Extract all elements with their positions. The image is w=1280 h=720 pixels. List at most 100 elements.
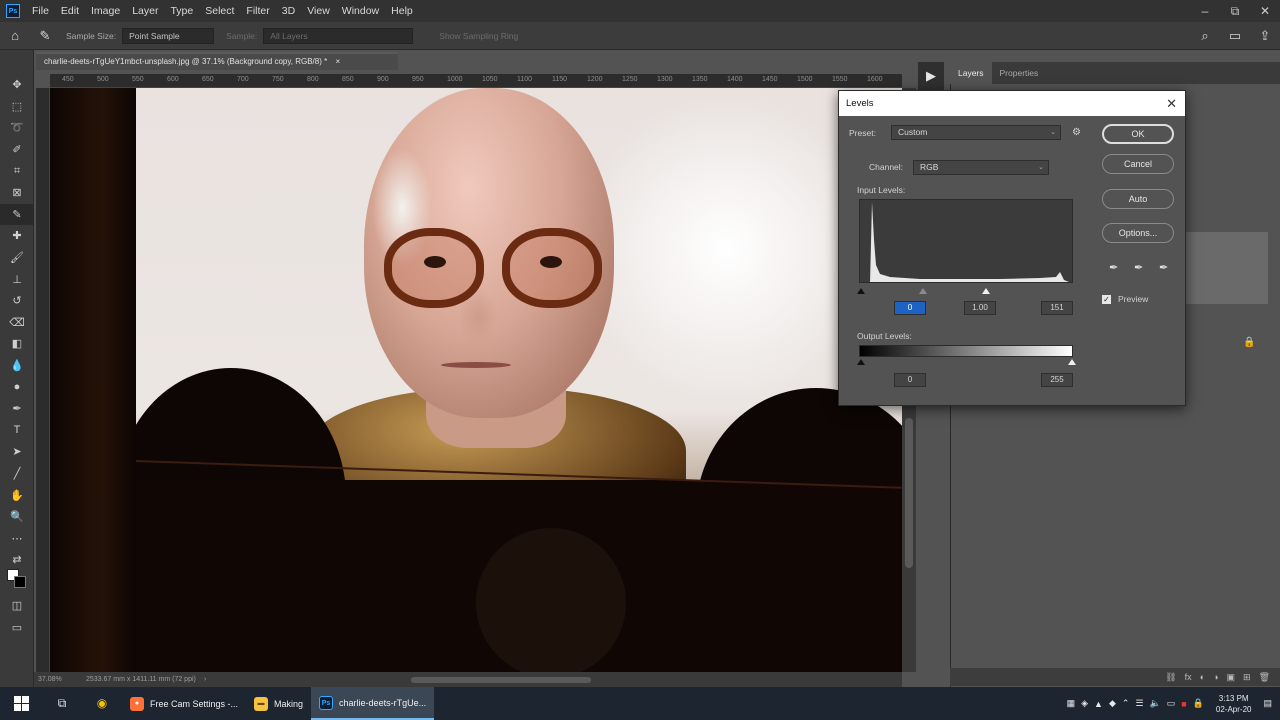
eyedropper-tool-icon[interactable]: ✎ bbox=[0, 203, 34, 226]
system-clock[interactable]: 3:13 PM 02-Apr-20 bbox=[1216, 693, 1252, 715]
layer-style-icon[interactable]: fx bbox=[1185, 672, 1192, 682]
notifications-icon[interactable]: ▤ bbox=[1263, 698, 1272, 709]
screen-mode-icon[interactable]: ▭ bbox=[0, 616, 34, 638]
output-white-slider[interactable] bbox=[1068, 359, 1076, 365]
hand-tool-icon[interactable]: ✋ bbox=[0, 484, 34, 506]
sample-select[interactable]: All Layers bbox=[263, 27, 414, 44]
new-layer-icon[interactable]: ⊞ bbox=[1243, 672, 1251, 683]
menu-select[interactable]: Select bbox=[199, 5, 240, 17]
menu-filter[interactable]: Filter bbox=[240, 5, 275, 17]
cancel-button[interactable]: Cancel bbox=[1102, 154, 1174, 174]
menu-type[interactable]: Type bbox=[164, 5, 199, 17]
menu-help[interactable]: Help bbox=[385, 5, 419, 17]
minimize-button[interactable]: – bbox=[1190, 0, 1220, 22]
group-icon[interactable]: ▣ bbox=[1227, 672, 1236, 683]
line-tool-icon[interactable]: ╱ bbox=[0, 463, 34, 485]
levels-title[interactable]: Levels bbox=[839, 91, 1185, 116]
search-icon[interactable]: ⌕ bbox=[1190, 28, 1220, 44]
document-tab[interactable]: charlie-deets-rTgUeY1mbct-unsplash.jpg @… bbox=[36, 52, 398, 70]
blur-tool-icon[interactable]: 💧 bbox=[0, 355, 34, 377]
document-tab-close-icon[interactable]: × bbox=[335, 57, 340, 66]
input-white-field[interactable]: 151 bbox=[1041, 301, 1073, 315]
type-tool-icon[interactable]: T bbox=[0, 420, 34, 442]
menu-3d[interactable]: 3D bbox=[276, 5, 301, 17]
horizontal-scroll-thumb[interactable] bbox=[411, 676, 592, 683]
preview-label[interactable]: Preview bbox=[1118, 294, 1148, 304]
delete-layer-icon[interactable]: 🗑 bbox=[1259, 672, 1270, 683]
preset-select[interactable]: Custom ⌄ bbox=[891, 125, 1061, 140]
volume-icon[interactable]: 🔈 bbox=[1150, 698, 1161, 709]
menu-image[interactable]: Image bbox=[85, 5, 126, 17]
auto-button[interactable]: Auto bbox=[1102, 189, 1174, 209]
status-arrow-icon[interactable]: › bbox=[204, 676, 206, 683]
pen-tool-icon[interactable]: ✒ bbox=[0, 398, 34, 420]
quick-select-tool-icon[interactable]: ✐ bbox=[0, 139, 34, 161]
battery-icon[interactable]: ▭ bbox=[1167, 698, 1176, 709]
menu-file[interactable]: File bbox=[26, 5, 55, 17]
preview-checkbox[interactable]: ✓ bbox=[1102, 295, 1111, 304]
frame-tool-icon[interactable]: ⊠ bbox=[0, 182, 34, 204]
swap-colors-icon[interactable]: ⇄ bbox=[0, 549, 34, 571]
taskbar-item-firefox[interactable]: ● Free Cam Settings -... bbox=[122, 687, 246, 720]
close-button[interactable]: ✕ bbox=[1250, 0, 1280, 22]
move-tool-icon[interactable]: ✥ bbox=[0, 74, 34, 96]
task-view-icon[interactable]: ⧉ bbox=[42, 687, 82, 720]
crop-tool-icon[interactable]: ⌗ bbox=[0, 160, 34, 182]
levels-close-icon[interactable]: ✕ bbox=[1166, 91, 1177, 116]
clone-stamp-tool-icon[interactable]: ⊥ bbox=[0, 268, 34, 290]
menu-edit[interactable]: Edit bbox=[55, 5, 85, 17]
input-gamma-slider[interactable] bbox=[919, 288, 927, 294]
zoom-level[interactable]: 37.08% bbox=[34, 676, 74, 683]
output-black-field[interactable]: 0 bbox=[894, 373, 926, 387]
show-sampling-ring-label[interactable]: Show Sampling Ring bbox=[439, 31, 518, 41]
background-color-swatch[interactable] bbox=[14, 576, 26, 588]
lock-icon[interactable]: 🔒 bbox=[1243, 337, 1255, 348]
home-icon[interactable]: ⌂ bbox=[0, 28, 30, 43]
taskbar-item-folder[interactable]: ▬ Making bbox=[246, 687, 311, 720]
adjustment-layer-icon[interactable]: ◑ bbox=[1213, 672, 1218, 682]
menu-view[interactable]: View bbox=[301, 5, 336, 17]
brush-tool-icon[interactable]: 🖌 bbox=[0, 247, 34, 269]
more-tools-icon[interactable]: ⋯ bbox=[0, 527, 34, 549]
workspace-icon[interactable]: ▭ bbox=[1220, 28, 1250, 44]
healing-brush-tool-icon[interactable]: ✚ bbox=[0, 225, 34, 247]
ok-button[interactable]: OK bbox=[1102, 124, 1174, 144]
input-black-slider[interactable] bbox=[857, 288, 865, 294]
horizontal-ruler[interactable]: 450 500 550 600 650 700 750 800 850 900 950 1000 105… bbox=[50, 74, 902, 88]
history-brush-tool-icon[interactable]: ↺ bbox=[0, 290, 34, 312]
vertical-scroll-thumb[interactable] bbox=[905, 418, 913, 568]
link-layers-icon[interactable]: ⛓ bbox=[1165, 672, 1176, 683]
gray-eyedropper-icon[interactable]: ✒ bbox=[1134, 261, 1143, 274]
menu-window[interactable]: Window bbox=[336, 5, 385, 17]
sample-size-select[interactable]: Point Sample bbox=[122, 27, 215, 44]
black-eyedropper-icon[interactable]: ✒ bbox=[1109, 261, 1118, 274]
eyedropper-tool-icon[interactable]: ✎ bbox=[30, 28, 60, 44]
network-icon[interactable]: ☰ bbox=[1135, 698, 1143, 709]
document-canvas[interactable] bbox=[50, 88, 902, 672]
quick-mask-icon[interactable]: ◫ bbox=[0, 595, 34, 617]
output-black-slider[interactable] bbox=[857, 359, 865, 365]
record-icon[interactable]: ■ bbox=[1181, 699, 1186, 709]
tray-app-icon[interactable]: ◈ bbox=[1081, 698, 1088, 709]
start-button[interactable] bbox=[0, 687, 42, 720]
tab-layers[interactable]: Layers bbox=[950, 62, 992, 84]
input-black-field[interactable]: 0 bbox=[894, 301, 926, 315]
tray-app-icon[interactable]: ◆ bbox=[1109, 698, 1116, 709]
output-white-field[interactable]: 255 bbox=[1041, 373, 1073, 387]
layer-thumbnail[interactable] bbox=[1186, 232, 1268, 304]
input-white-slider[interactable] bbox=[982, 288, 990, 294]
channel-select[interactable]: RGB ⌄ bbox=[913, 160, 1049, 175]
path-select-tool-icon[interactable]: ➤ bbox=[0, 441, 34, 463]
play-icon[interactable]: ▶ bbox=[918, 62, 944, 90]
taskbar-item-photoshop[interactable]: Ps charlie-deets-rTgUe... bbox=[311, 687, 435, 720]
tray-app-icon[interactable]: ▦ bbox=[1067, 698, 1076, 709]
vertical-ruler[interactable] bbox=[36, 88, 50, 672]
photoshop-logo-icon[interactable]: Ps bbox=[0, 0, 26, 22]
add-mask-icon[interactable]: ◐ bbox=[1200, 672, 1205, 682]
menu-layer[interactable]: Layer bbox=[126, 5, 164, 17]
chrome-icon[interactable]: ◉ bbox=[82, 687, 122, 720]
lasso-tool-icon[interactable]: ➰ bbox=[0, 117, 34, 139]
tab-properties[interactable]: Properties bbox=[992, 62, 1047, 84]
options-button[interactable]: Options... bbox=[1102, 223, 1174, 243]
restore-button[interactable]: ⧉ bbox=[1220, 0, 1250, 22]
